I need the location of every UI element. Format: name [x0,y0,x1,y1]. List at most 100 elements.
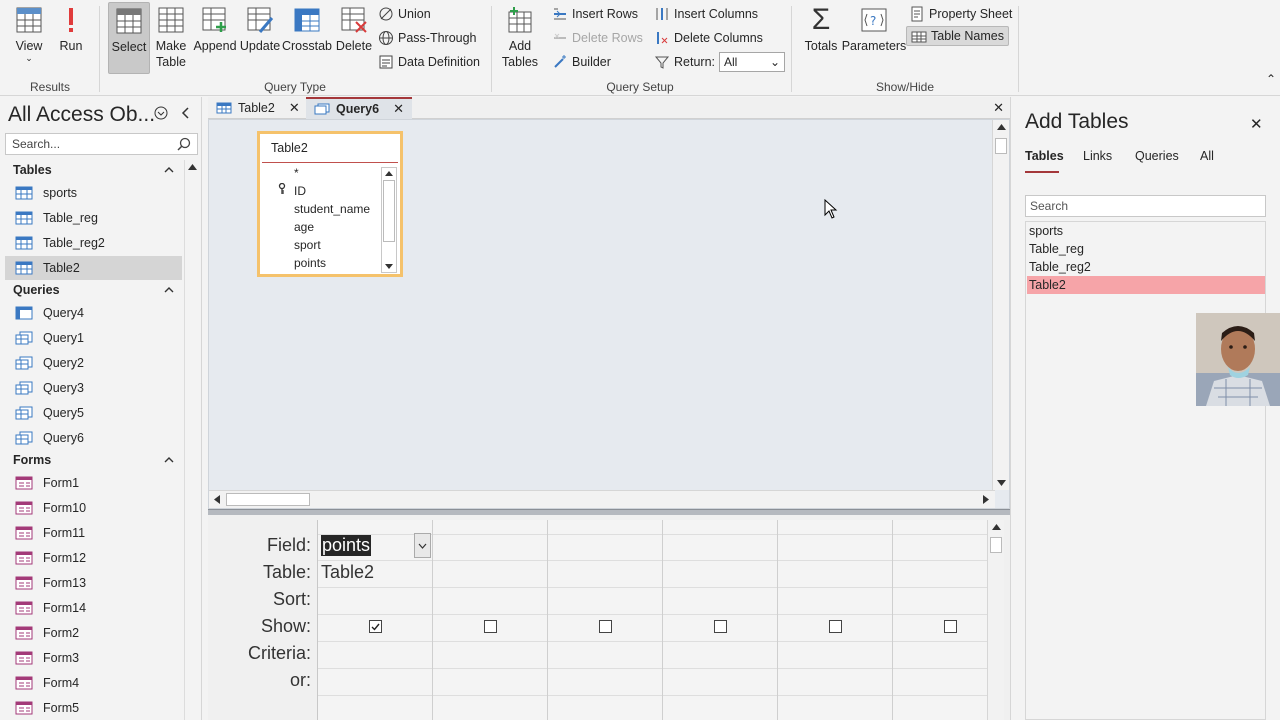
vertical-scroll-thumb[interactable] [995,138,1007,154]
nav-item-table-reg[interactable]: Table_reg [5,206,182,230]
show-checkbox-col3[interactable] [599,620,612,633]
tab-query6[interactable]: Query6 ✕ [306,97,412,119]
add-tables-title: Add Tables [1025,110,1129,133]
collapse-ribbon-icon[interactable]: ⌃ [1266,72,1276,86]
show-checkbox-col6[interactable] [944,620,957,633]
tab-tables[interactable]: Tables [1025,149,1064,163]
tab-table2[interactable]: Table2 ✕ [208,97,308,119]
scroll-up-arrow-icon[interactable] [188,164,197,170]
nav-section-forms[interactable]: Forms [0,449,182,471]
vertical-scroll-thumb[interactable] [990,537,1002,553]
field-item-all[interactable]: * [294,164,299,182]
horizontal-scroll-thumb[interactable] [226,493,310,506]
tab-queries[interactable]: Queries [1135,149,1179,163]
nav-item-query3[interactable]: Query3 [5,376,182,400]
run-button[interactable]: Run [56,2,86,54]
nav-item-table-reg2[interactable]: Table_reg2 [5,231,182,255]
close-icon[interactable]: ✕ [393,101,404,117]
insert-columns-button[interactable]: Insert Columns [654,4,758,24]
field-list-scroll-thumb[interactable] [383,180,395,242]
table-names-button[interactable]: Table Names [906,26,1009,46]
data-definition-button[interactable]: Data Definition [378,52,480,72]
nav-item-query1[interactable]: Query1 [5,326,182,350]
crosstab-button[interactable]: Crosstab [282,2,332,54]
add-list-item-table2[interactable]: Table2 [1027,276,1265,294]
union-button[interactable]: Union [378,4,431,24]
close-icon[interactable]: ✕ [289,100,300,116]
tab-all[interactable]: All [1200,149,1214,163]
nav-item-form10[interactable]: Form10 [5,496,182,520]
tab-links[interactable]: Links [1083,149,1112,163]
return-select[interactable]: All ⌄ [719,52,785,72]
totals-button[interactable]: Σ Totals [803,2,839,54]
nav-item-query5[interactable]: Query5 [5,401,182,425]
field-item-age[interactable]: age [294,218,314,236]
row-label-or: or: [289,670,311,690]
table-pane-vertical-scrollbar[interactable] [992,120,1009,490]
scroll-up-arrow-icon[interactable] [385,171,393,176]
nav-item-form3[interactable]: Form3 [5,646,182,670]
field-list-scrollbar[interactable] [381,167,397,273]
nav-section-queries[interactable]: Queries [0,279,182,301]
field-list-table2[interactable]: Table2 * ID student_name age sport point… [257,131,403,277]
nav-pane-title[interactable]: All Access Ob... [8,103,155,127]
nav-item-query4[interactable]: Query4 [5,301,182,325]
append-button[interactable]: Append [193,2,237,54]
delete-columns-button[interactable]: Delete Columns [654,28,763,48]
table-value-col1[interactable]: Table2 [321,562,374,583]
delete-query-button[interactable]: Delete [334,2,374,54]
scroll-left-arrow-icon[interactable] [214,495,220,504]
field-dropdown-button[interactable] [414,533,431,558]
add-tables-search-input[interactable]: Search [1025,195,1266,217]
builder-button[interactable]: Builder [552,52,611,72]
nav-section-tables[interactable]: Tables [0,159,182,181]
field-item-points[interactable]: points [294,254,326,272]
nav-item-form4[interactable]: Form4 [5,671,182,695]
add-list-item-table-reg2[interactable]: Table_reg2 [1027,258,1265,276]
view-button[interactable]: View ⌄ [10,2,48,63]
nav-scrollbar[interactable] [184,160,200,720]
insert-rows-button[interactable]: Insert Rows [552,4,638,24]
add-list-item-table-reg[interactable]: Table_reg [1027,240,1265,258]
nav-item-form12[interactable]: Form12 [5,546,182,570]
nav-item-form2[interactable]: Form2 [5,621,182,645]
design-grid-scrollbar[interactable] [987,520,1004,720]
nav-item-form1[interactable]: Form1 [5,471,182,495]
nav-item-query6[interactable]: Query6 [5,426,182,450]
add-tables-button[interactable]: Add Tables [500,2,540,70]
field-item-student-name[interactable]: student_name [294,200,370,218]
close-icon[interactable]: ✕ [1250,115,1263,133]
nav-menu-chevron-icon[interactable] [154,106,168,120]
nav-item-table2[interactable]: Table2 [5,256,182,280]
table-pane-horizontal-scrollbar[interactable] [209,490,995,508]
field-cell-col1[interactable]: points [321,533,433,559]
pass-through-button[interactable]: Pass-Through [378,28,477,48]
add-list-item-sports[interactable]: sports [1027,222,1265,240]
scroll-up-arrow-icon[interactable] [997,124,1006,130]
nav-item-form5[interactable]: Form5 [5,696,182,720]
nav-search-field[interactable]: Search... [5,133,198,155]
scroll-down-arrow-icon[interactable] [997,480,1006,486]
show-checkbox-col2[interactable] [484,620,497,633]
make-table-button[interactable]: Make Table [152,2,190,70]
delete-rows-button[interactable]: Delete Rows [552,28,643,48]
field-item-id[interactable]: ID [294,182,306,200]
show-checkbox-col1[interactable] [369,620,382,633]
close-document-icon[interactable]: ✕ [993,100,1004,116]
property-sheet-button[interactable]: Property Sheet [909,4,1012,24]
parameters-button[interactable]: ? Parameters [842,2,906,54]
nav-item-form13[interactable]: Form13 [5,571,182,595]
scroll-up-arrow-icon[interactable] [992,524,1001,530]
select-query-button[interactable]: Select [108,2,150,74]
nav-item-form11[interactable]: Form11 [5,521,182,545]
show-checkbox-col4[interactable] [714,620,727,633]
scroll-down-arrow-icon[interactable] [385,264,393,269]
show-checkbox-col5[interactable] [829,620,842,633]
update-button[interactable]: Update [239,2,281,54]
nav-item-query2[interactable]: Query2 [5,351,182,375]
scroll-right-arrow-icon[interactable] [983,495,989,504]
collapse-nav-icon[interactable] [180,106,192,120]
field-item-sport[interactable]: sport [294,236,321,254]
nav-item-sports[interactable]: sports [5,181,182,205]
nav-item-form14[interactable]: Form14 [5,596,182,620]
